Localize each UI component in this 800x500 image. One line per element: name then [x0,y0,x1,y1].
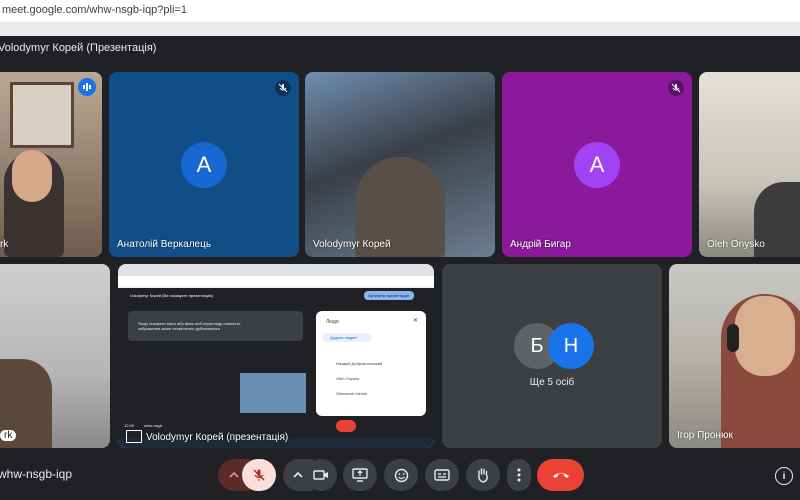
face [735,296,795,376]
tile-participant-3[interactable]: Volodymyr Корей [305,72,495,257]
close-icon[interactable]: ✕ [413,317,418,324]
clock: 12:09 [124,423,135,428]
avatar: А [574,142,620,188]
chevron-up-icon [229,471,239,479]
tile-participant-2[interactable]: А Анатолій Веркалець [109,72,299,257]
inner-header-text: Volodymyr Корей (Ви показуєте презентаці… [130,293,214,298]
tile-participant-1[interactable]: rk [0,72,102,257]
participant-name: Volodymyr Корей (презентація) [146,432,289,443]
more-vert-icon [517,468,521,482]
hand-icon [476,467,490,483]
mic-off-icon [275,80,291,96]
more-options-button[interactable] [507,459,531,491]
stop-presenting-button[interactable]: Зупинити презентацію [364,291,414,300]
camera-toggle-button[interactable] [305,459,337,491]
participant-name: Oleh Onysko [707,239,765,250]
emoji-icon [394,468,409,483]
headphones [727,324,739,352]
inner-url-bar [118,276,434,286]
captions-button[interactable] [425,459,459,491]
participant-name: Анатолій Веркалець [117,239,212,250]
participant-name: rk [0,239,9,250]
inner-browser-tabs [118,264,434,276]
participant-name: rk [0,430,17,441]
meeting-controls-bar: whw-nsgb-iqp i [0,450,800,500]
tile-participant-5[interactable]: Oleh Onysko [699,72,800,257]
camera-icon [313,469,329,481]
mic-off-icon [668,80,684,96]
meeting-info-button[interactable]: i [775,467,793,485]
captions-icon [434,469,450,481]
url-text: meet.google.com/whw-nsgb-iqp?pli=1 [2,4,187,16]
tile-participant-4[interactable]: А Андрій Бигар [502,72,692,257]
inner-end-call [336,420,356,432]
participant-row: Oleksandr Melnik [336,391,367,396]
inner-meet-stage: Якщо показати вікно або вікно веб-перегл… [118,303,434,424]
participant-name: Volodymyr Корей [313,239,391,250]
participant-name: Ігор Пронюк [677,430,733,441]
participant-row: Назарій Добровольський [336,361,383,366]
inner-meet-header: Volodymyr Корей (Ви показуєте презентаці… [118,288,434,303]
end-call-icon [552,471,570,479]
browser-strip [0,22,800,36]
info-icon: i [782,470,786,482]
nested-video [240,373,306,413]
present-icon [352,468,368,482]
chevron-up-icon [293,471,303,479]
mic-toggle-button[interactable] [242,459,276,491]
participant-name: Андрій Бигар [510,239,571,250]
tile-participant-6[interactable]: rk [0,264,110,448]
participant-row: Oleh Onysko [336,376,360,381]
mic-off-icon [252,468,266,482]
browser-url-bar[interactable]: meet.google.com/whw-nsgb-iqp?pli=1 [0,0,800,23]
tile-more-participants[interactable]: Б Н Ще 5 осіб [442,264,662,448]
presentation-icon [126,430,142,443]
people-panel-title: Люди [326,319,339,325]
meeting-header: Volodymyr Корей (Презентація) [0,36,800,62]
avatar-n: Н [548,323,594,369]
tile-presentation[interactable]: Volodymyr Корей (Ви показуєте презентаці… [118,264,434,448]
raise-hand-button[interactable] [466,459,500,491]
meeting-title: Volodymyr Корей (Презентація) [0,42,157,54]
people-panel[interactable]: Люди ✕ Додати людей Назарій Добровольськ… [316,311,426,416]
picture-frame [10,82,74,148]
warning-box: Якщо показати вікно або вікно веб-перегл… [128,311,303,341]
tile-participant-9[interactable]: Ігор Пронюк [669,264,800,448]
emoji-button[interactable] [384,459,418,491]
present-button[interactable] [343,459,377,491]
avatar: А [181,142,227,188]
add-people-button[interactable]: Додати людей [322,333,372,342]
face [12,150,52,202]
meeting-code: whw-nsgb-iqp [0,467,73,481]
more-participants-label: Ще 5 осіб [529,377,575,388]
end-call-button[interactable] [537,459,584,491]
speaking-indicator-icon [78,78,96,96]
